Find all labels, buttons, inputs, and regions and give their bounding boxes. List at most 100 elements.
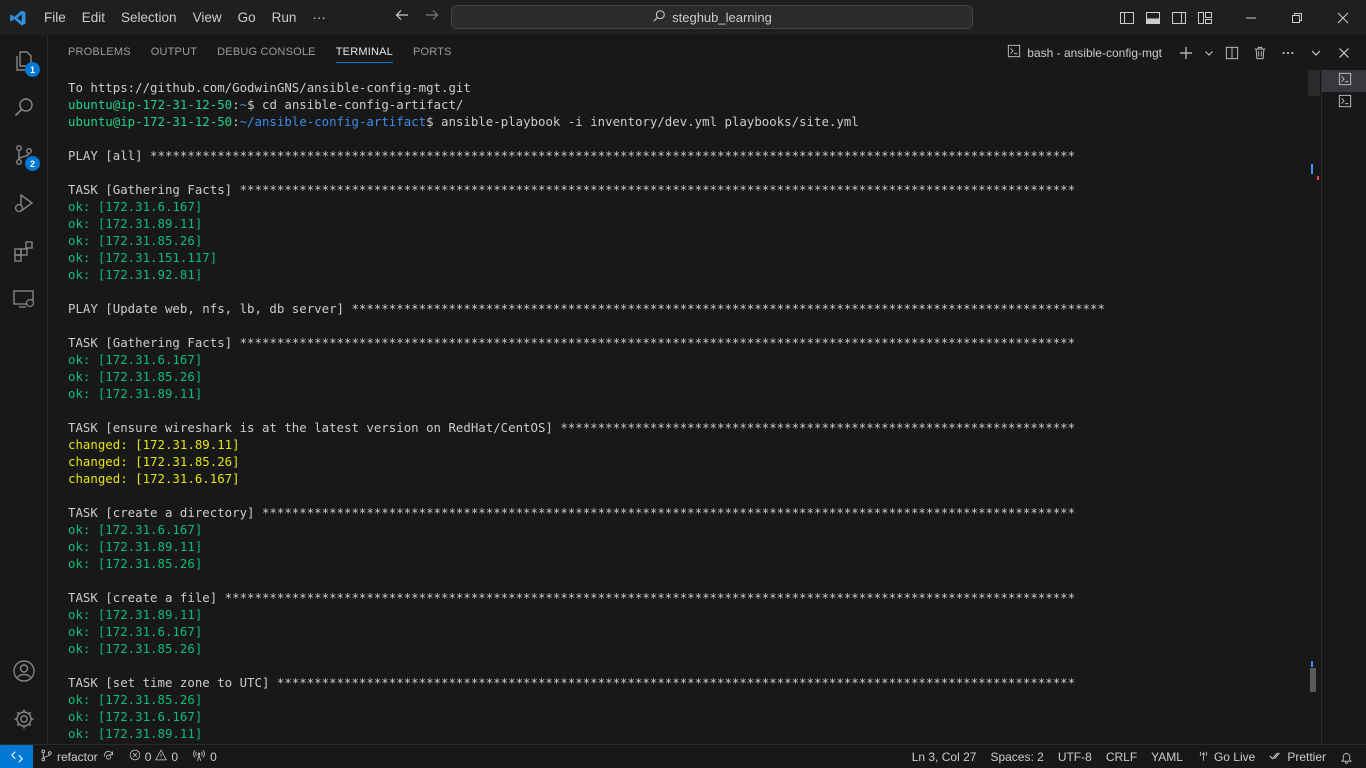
terminal-text-segment: ok: [172.31.85.26] — [68, 556, 203, 571]
broadcast-icon — [1197, 749, 1210, 765]
terminal-line: ok: [172.31.85.26] — [68, 368, 1105, 385]
title-bar: File Edit Selection View Go Run ··· steg… — [0, 0, 1366, 35]
terminal-text-segment: changed: [172.31.89.11] — [68, 437, 240, 452]
terminal-text-segment: TASK [ensure wireshark is at the latest … — [68, 420, 1076, 435]
remote-indicator-icon[interactable] — [0, 744, 33, 768]
encoding[interactable]: UTF-8 — [1051, 745, 1099, 768]
search-view-icon[interactable] — [0, 83, 48, 131]
tab-ports[interactable]: PORTS — [413, 35, 452, 70]
back-arrow-icon[interactable] — [394, 7, 410, 28]
terminal-icon — [1338, 72, 1352, 91]
terminal-tab-1[interactable] — [1322, 70, 1366, 92]
branch-status[interactable]: refactor — [33, 745, 122, 768]
tab-terminal[interactable]: TERMINAL — [335, 35, 394, 70]
tab-problems[interactable]: PROBLEMS — [68, 35, 131, 70]
menu-go[interactable]: Go — [230, 0, 264, 35]
panel-actions: bash - ansible-config-mgt — [1007, 35, 1356, 70]
close-window-icon[interactable] — [1320, 0, 1366, 35]
ports-count: 0 — [210, 749, 217, 764]
new-terminal-plus-icon[interactable] — [1174, 41, 1198, 65]
problems-status[interactable]: 0 0 — [122, 745, 185, 768]
remote-explorer-icon[interactable] — [0, 275, 48, 323]
error-icon — [129, 749, 141, 764]
maximize-panel-chevron-icon[interactable] — [1304, 41, 1328, 65]
chevron-down-icon[interactable] — [1202, 41, 1216, 65]
error-count: 0 — [144, 749, 152, 764]
forward-arrow-icon[interactable] — [424, 7, 440, 28]
menu-selection[interactable]: Selection — [113, 0, 185, 35]
terminal-text-segment: changed: [172.31.85.26] — [68, 454, 240, 469]
tab-debug-console[interactable]: DEBUG CONSOLE — [217, 35, 316, 70]
command-center-search[interactable]: steghub_learning — [451, 5, 973, 29]
terminal-text-segment: ok: [172.31.89.11] — [68, 607, 203, 622]
terminal-line: ok: [172.31.6.167] — [68, 198, 1105, 215]
notifications-bell-icon[interactable] — [1333, 745, 1360, 768]
source-control-icon[interactable]: 2 — [0, 131, 48, 179]
terminal-selector[interactable]: bash - ansible-config-mgt — [1007, 44, 1162, 61]
menu-view[interactable]: View — [185, 0, 230, 35]
scrollbar-error-marker — [1317, 176, 1319, 180]
menu-file[interactable]: File — [36, 0, 74, 35]
terminal-output[interactable]: To https://github.com/GodwinGNS/ansible-… — [49, 70, 1320, 744]
terminal-line: PLAY [all] *****************************… — [68, 147, 1105, 164]
run-debug-icon[interactable] — [0, 179, 48, 227]
split-terminal-icon[interactable] — [1220, 41, 1244, 65]
extensions-icon[interactable] — [0, 227, 48, 275]
account-icon[interactable] — [0, 647, 48, 695]
indentation[interactable]: Spaces: 2 — [983, 745, 1050, 768]
terminal-line: TASK [Gathering Facts] *****************… — [68, 334, 1105, 351]
terminal-line: TASK [create a directory] **************… — [68, 504, 1105, 521]
explorer-badge: 1 — [25, 62, 40, 77]
toggle-primary-sidebar-icon[interactable] — [1114, 0, 1140, 35]
terminal-line: ok: [172.31.6.167] — [68, 708, 1105, 725]
terminal-text-segment: ok: [172.31.92.81] — [68, 267, 203, 282]
cursor-position[interactable]: Ln 3, Col 27 — [905, 745, 984, 768]
branch-name: refactor — [57, 749, 98, 764]
toggle-secondary-sidebar-icon[interactable] — [1166, 0, 1192, 35]
restore-icon[interactable] — [1274, 0, 1320, 35]
terminal-tab-2[interactable] — [1322, 92, 1366, 114]
terminal-icon — [1338, 94, 1352, 113]
terminal-text-segment: ok: [172.31.89.11] — [68, 216, 203, 231]
terminal-scrollbar[interactable] — [1308, 70, 1320, 744]
terminal-text-segment: ok: [172.31.85.26] — [68, 369, 203, 384]
menu-edit[interactable]: Edit — [74, 0, 113, 35]
more-actions-icon[interactable] — [1276, 41, 1300, 65]
go-live-button[interactable]: Go Live — [1190, 745, 1262, 768]
menu-more[interactable]: ··· — [304, 0, 334, 35]
terminal-line: TASK [create a file] *******************… — [68, 589, 1105, 606]
settings-gear-icon[interactable] — [0, 695, 48, 743]
trash-icon[interactable] — [1248, 41, 1272, 65]
status-bar: refactor 0 0 0 Ln 3, Col 27 Spaces: 2 UT… — [0, 744, 1366, 768]
prettier-status[interactable]: Prettier — [1262, 745, 1333, 768]
explorer-icon[interactable]: 1 — [0, 37, 48, 85]
terminal-line: ok: [172.31.85.26] — [68, 691, 1105, 708]
scrollbar-thumb[interactable] — [1310, 668, 1316, 692]
ports-status[interactable]: 0 — [185, 745, 224, 768]
minimize-icon[interactable] — [1228, 0, 1274, 35]
terminal-text-segment: : — [232, 97, 240, 112]
terminal-text-segment: ubuntu@ip-172-31-12-50 — [68, 114, 233, 129]
terminal-line: ok: [172.31.85.26] — [68, 640, 1105, 657]
close-panel-icon[interactable] — [1332, 41, 1356, 65]
terminal-line: ok: [172.31.89.11] — [68, 606, 1105, 623]
terminal-text-segment: TASK [create a file] *******************… — [68, 590, 1076, 605]
terminal-line: ubuntu@ip-172-31-12-50:~$ cd ansible-con… — [68, 96, 1105, 113]
terminal-line: PLAY [Update web, nfs, lb, db server] **… — [68, 300, 1105, 317]
terminal-text-segment: TASK [set time zone to UTC] ************… — [68, 675, 1076, 690]
warning-count: 0 — [171, 749, 179, 764]
customize-layout-icon[interactable] — [1192, 0, 1218, 35]
terminal-line: TASK [set time zone to UTC] ************… — [68, 674, 1105, 691]
terminal-line: ok: [172.31.6.167] — [68, 351, 1105, 368]
end-of-line[interactable]: CRLF — [1099, 745, 1144, 768]
tab-output[interactable]: OUTPUT — [151, 35, 197, 70]
toggle-panel-icon[interactable] — [1140, 0, 1166, 35]
menu-run[interactable]: Run — [264, 0, 305, 35]
language-mode[interactable]: YAML — [1144, 745, 1190, 768]
